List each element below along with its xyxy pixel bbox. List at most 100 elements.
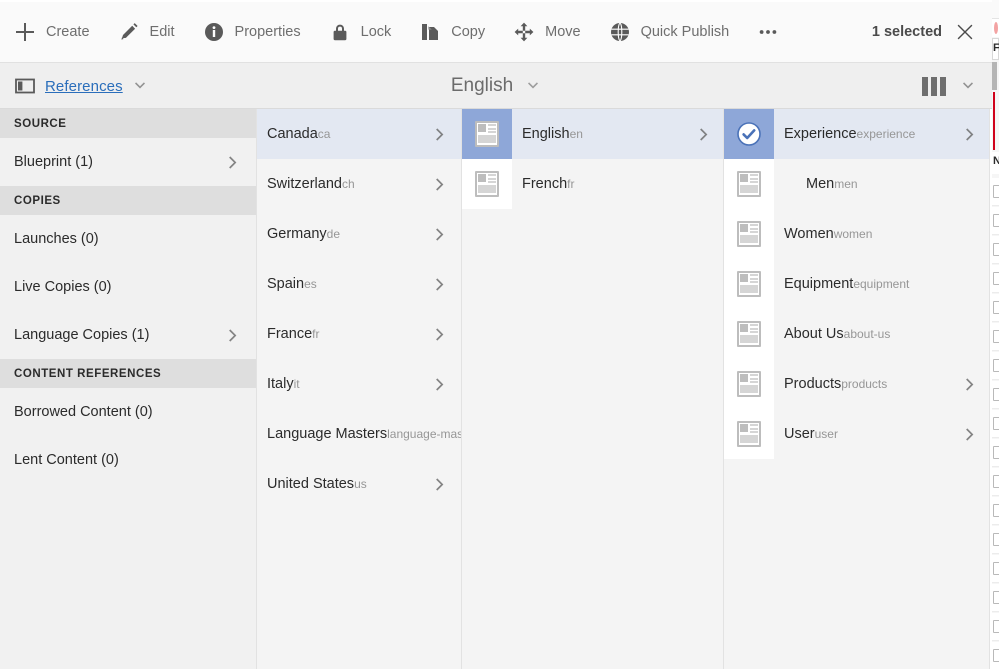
country-item-switzerland[interactable]: Switzerlandch (257, 159, 461, 209)
list-item-text: Experienceexperience (784, 125, 962, 143)
row-checkbox[interactable] (993, 214, 999, 227)
create-button[interactable]: Create (0, 2, 104, 63)
chevron-right-icon (432, 376, 449, 393)
references-link[interactable]: References (45, 78, 123, 95)
country-item-path: ca (318, 127, 331, 141)
move-button[interactable]: Move (499, 2, 594, 63)
row-checkbox[interactable] (993, 475, 999, 488)
page-item-men[interactable]: Menmen (724, 159, 989, 209)
row-checkbox[interactable] (993, 330, 999, 343)
chevron-down-icon[interactable] (960, 78, 976, 94)
copy-button[interactable]: Copy (405, 2, 499, 63)
country-item-body: Italyit (257, 359, 461, 409)
country-item-language-masters[interactable]: Language Masterslanguage-masters (257, 409, 461, 459)
row-checkbox[interactable] (993, 620, 999, 633)
more-actions-button[interactable] (743, 2, 793, 63)
quick-publish-button[interactable]: Quick Publish (595, 2, 744, 63)
list-item-text: Language Masterslanguage-masters (267, 425, 462, 443)
chevron-right-icon (696, 126, 713, 143)
clipped-letter-f: F (993, 42, 999, 54)
page-item-thumbnail[interactable] (724, 409, 774, 459)
sidebar-item-live-copies-0[interactable]: Live Copies (0) (0, 263, 256, 311)
language-item-french[interactable]: Frenchfr (462, 159, 723, 209)
column-view-icon[interactable] (922, 77, 946, 96)
list-item-text: Italyit (267, 375, 432, 393)
page-item-title: Women (784, 226, 834, 242)
copy-icon (419, 21, 441, 43)
list-item-text: About Usabout-us (784, 325, 979, 343)
language-item-english[interactable]: Englishen (462, 109, 723, 159)
page-item-thumbnail[interactable] (724, 159, 774, 209)
country-item-germany[interactable]: Germanyde (257, 209, 461, 259)
row-checkbox[interactable] (993, 562, 999, 575)
sidebar-item-label: Blueprint (1) (14, 154, 225, 170)
check-circle-icon[interactable] (736, 121, 762, 147)
row-checkbox[interactable] (993, 301, 999, 314)
country-item-canada[interactable]: Canadaca (257, 109, 461, 159)
clipped-scrollbar-thumb[interactable] (992, 62, 997, 90)
clipped-avatar-sliver (994, 22, 998, 34)
chevron-right-icon (432, 126, 449, 143)
country-item-spain[interactable]: Spaines (257, 259, 461, 309)
move-label: Move (545, 24, 580, 40)
sidebar-item-blueprint-1[interactable]: Blueprint (1) (0, 138, 256, 186)
page-item-body: Menmen (774, 159, 989, 209)
language-item-thumbnail[interactable] (462, 109, 512, 159)
page-item-path: women (834, 227, 873, 241)
row-checkbox[interactable] (993, 649, 999, 662)
row-checkbox[interactable] (993, 243, 999, 256)
sidebar-group-header: CONTENT REFERENCES (0, 359, 256, 388)
edit-button[interactable]: Edit (104, 2, 189, 63)
chevron-right-icon (432, 226, 449, 243)
chevron-down-icon[interactable] (525, 78, 541, 94)
page-item-user[interactable]: Useruser (724, 409, 989, 459)
column-view-controls (922, 63, 976, 109)
page-icon (737, 371, 761, 397)
language-item-thumbnail[interactable] (462, 159, 512, 209)
references-breadcrumb[interactable]: References (14, 63, 148, 109)
country-item-italy[interactable]: Italyit (257, 359, 461, 409)
page-item-thumbnail[interactable] (724, 109, 774, 159)
row-checkbox[interactable] (993, 359, 999, 372)
row-checkbox[interactable] (993, 504, 999, 517)
row-checkbox[interactable] (993, 591, 999, 604)
page-item-products[interactable]: Productsproducts (724, 359, 989, 409)
page-item-title: About Us (784, 326, 844, 342)
list-item-text: Menmen (784, 175, 979, 193)
country-item-title: Switzerland (267, 176, 342, 192)
page-item-thumbnail[interactable] (724, 259, 774, 309)
language-item-body: Frenchfr (512, 159, 723, 209)
country-item-france[interactable]: Francefr (257, 309, 461, 359)
chevron-right-icon (962, 426, 979, 443)
page-item-thumbnail[interactable] (724, 359, 774, 409)
row-checkbox[interactable] (993, 446, 999, 459)
lock-button[interactable]: Lock (315, 2, 406, 63)
list-item-text: Productsproducts (784, 375, 962, 393)
page-item-thumbnail[interactable] (724, 209, 774, 259)
row-checkbox[interactable] (993, 533, 999, 546)
sidebar-item-language-copies-1[interactable]: Language Copies (1) (0, 311, 256, 359)
close-icon[interactable] (956, 23, 974, 41)
list-item-text: United Statesus (267, 475, 432, 493)
clipped-status-marker (993, 92, 995, 150)
row-checkbox[interactable] (993, 388, 999, 401)
page-item-equipment[interactable]: Equipmentequipment (724, 259, 989, 309)
sidebar-item-borrowed-content-0[interactable]: Borrowed Content (0) (0, 388, 256, 436)
page-item-about-us[interactable]: About Usabout-us (724, 309, 989, 359)
chevron-down-icon[interactable] (132, 78, 148, 94)
row-checkbox[interactable] (993, 272, 999, 285)
lock-label: Lock (361, 24, 392, 40)
row-checkbox[interactable] (993, 417, 999, 430)
sidebar-item-lent-content-0[interactable]: Lent Content (0) (0, 436, 256, 484)
properties-button[interactable]: Properties (189, 2, 315, 63)
country-item-body: Switzerlandch (257, 159, 461, 209)
row-checkbox[interactable] (993, 185, 999, 198)
chevron-right-icon (432, 276, 449, 293)
country-item-united-states[interactable]: United Statesus (257, 459, 461, 509)
sidebar-item-launches-0[interactable]: Launches (0) (0, 215, 256, 263)
page-item-thumbnail[interactable] (724, 309, 774, 359)
properties-label: Properties (235, 24, 301, 40)
sidebar-item-label: Language Copies (1) (14, 327, 225, 343)
page-item-experience[interactable]: Experienceexperience (724, 109, 989, 159)
page-item-women[interactable]: Womenwomen (724, 209, 989, 259)
